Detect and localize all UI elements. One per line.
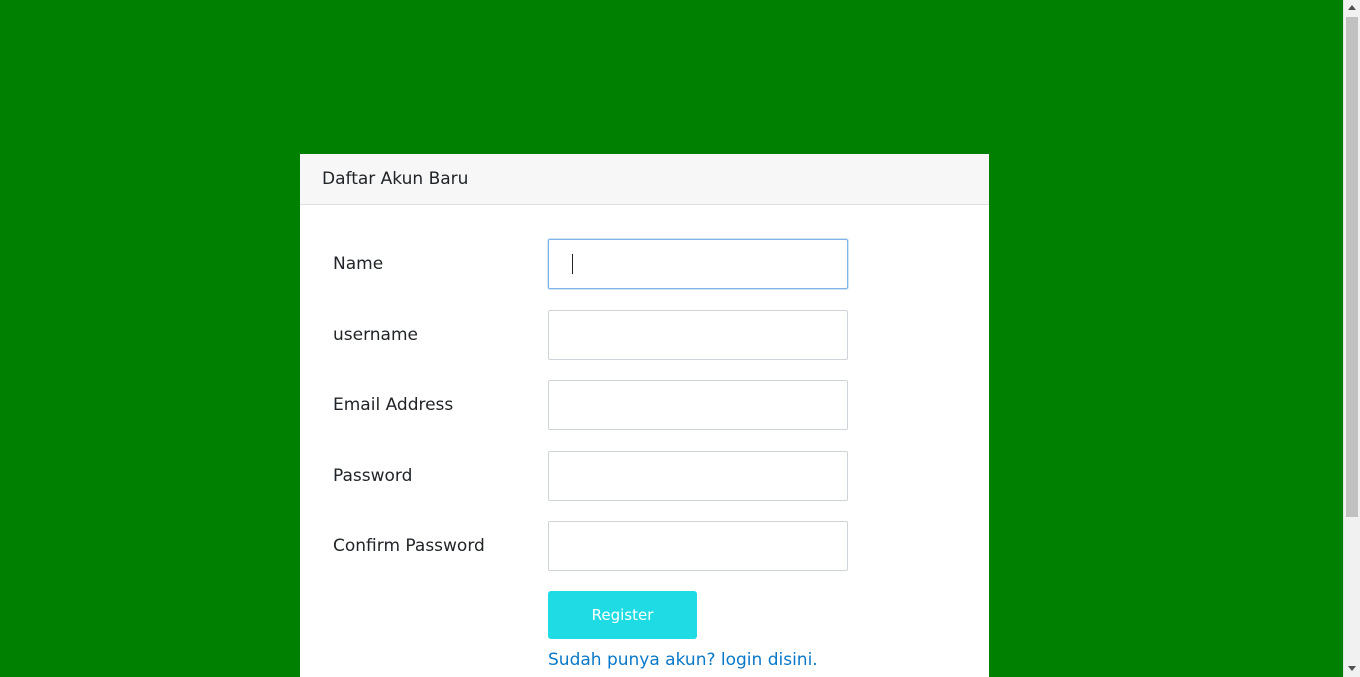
password-row: Password [300,451,989,501]
username-input[interactable] [548,310,848,360]
confirm-password-row: Confirm Password [300,521,989,571]
scroll-down-icon[interactable] [1348,666,1356,671]
name-input[interactable] [548,239,848,289]
email-row: Email Address [300,380,989,430]
scroll-thumb[interactable] [1346,17,1358,517]
page-scrollbar[interactable] [1343,0,1360,677]
email-input[interactable] [548,380,848,430]
confirm-password-input[interactable] [548,521,848,571]
name-label: Name [333,254,384,274]
name-row: Name [300,239,989,289]
card-header: Daftar Akun Baru [300,154,989,205]
username-row: username [300,310,989,360]
email-label: Email Address [333,395,454,415]
login-link[interactable]: Sudah punya akun? login disini. [548,650,818,670]
confirm-password-label: Confirm Password [333,536,485,556]
username-label: username [333,325,418,345]
text-caret [572,254,573,274]
password-input[interactable] [548,451,848,501]
password-label: Password [333,466,413,486]
form-title: Daftar Akun Baru [322,169,469,189]
scroll-up-icon[interactable] [1348,5,1356,10]
register-card: Daftar Akun Baru Name username Email Add… [300,154,989,677]
register-button[interactable]: Register [548,591,697,639]
